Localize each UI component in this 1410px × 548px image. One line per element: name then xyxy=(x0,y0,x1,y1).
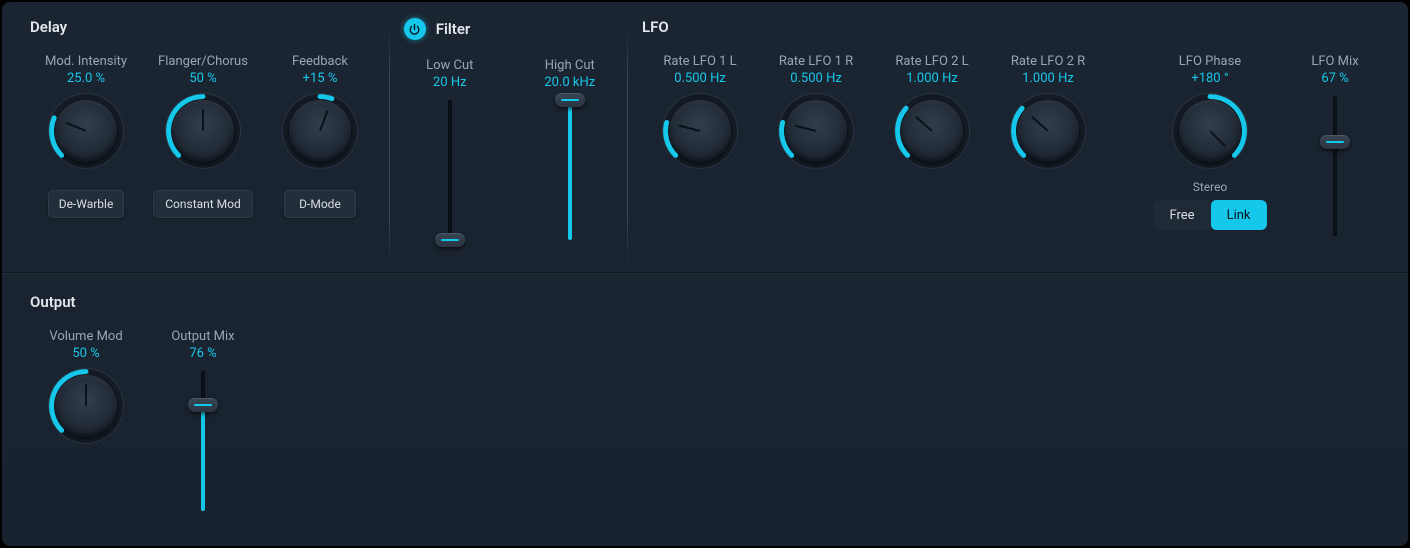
label-mod-intensity: Mod. Intensity xyxy=(45,54,127,69)
knob-rate-lfo-1l[interactable] xyxy=(669,100,731,162)
top-row: Delay Mod. Intensity 25.0 % De-Warble Fl… xyxy=(2,2,1408,272)
control-lfo-phase: LFO Phase +180 ° Stereo Free Link xyxy=(1130,54,1290,236)
knob-lfo-phase[interactable] xyxy=(1179,100,1241,162)
knob-rate-lfo-2r[interactable] xyxy=(1017,100,1079,162)
value-rate-lfo-2r: 1.000 Hz xyxy=(1022,71,1074,86)
value-rate-lfo-1r: 0.500 Hz xyxy=(790,71,842,86)
label-flanger-chorus: Flanger/Chorus xyxy=(158,54,248,69)
section-filter: Filter Low Cut 20 Hz High Cut 20.0 kHz xyxy=(390,18,627,272)
value-volume-mod: 50 % xyxy=(72,346,99,361)
value-lfo-phase: +180 ° xyxy=(1191,71,1228,86)
value-high-cut: 20.0 kHz xyxy=(544,75,595,90)
section-delay: Delay Mod. Intensity 25.0 % De-Warble Fl… xyxy=(30,18,389,272)
section-lfo: LFO Rate LFO 1 L 0.500 Hz Rate LFO 1 R 0… xyxy=(628,18,1380,272)
stereo-link-button[interactable]: Link xyxy=(1211,200,1267,230)
control-high-cut: High Cut 20.0 kHz xyxy=(530,58,610,240)
label-rate-lfo-1l: Rate LFO 1 L xyxy=(663,54,736,69)
control-mod-intensity: Mod. Intensity 25.0 % De-Warble xyxy=(30,54,142,218)
section-title-delay: Delay xyxy=(30,18,389,36)
slider-output-mix[interactable] xyxy=(188,371,218,511)
control-rate-lfo-1r: Rate LFO 1 R 0.500 Hz xyxy=(758,54,874,236)
control-feedback: Feedback +15 % D-Mode xyxy=(264,54,376,218)
label-low-cut: Low Cut xyxy=(426,58,473,73)
control-low-cut: Low Cut 20 Hz xyxy=(410,58,490,240)
value-flanger-chorus: 50 % xyxy=(189,71,216,86)
section-output: Output Volume Mod 50 % Output Mix 76 % xyxy=(30,293,390,511)
power-icon xyxy=(408,23,421,36)
filter-power-button[interactable] xyxy=(404,18,426,40)
value-rate-lfo-1l: 0.500 Hz xyxy=(674,71,726,86)
knob-volume-mod[interactable] xyxy=(55,375,117,437)
section-title-output: Output xyxy=(30,293,390,311)
control-flanger-chorus: Flanger/Chorus 50 % Constant Mod xyxy=(142,54,264,218)
label-rate-lfo-2r: Rate LFO 2 R xyxy=(1011,54,1085,69)
slider-high-cut[interactable] xyxy=(555,100,585,240)
section-title-filter: Filter xyxy=(436,20,471,38)
section-title-lfo: LFO xyxy=(642,18,1380,36)
button-dmode[interactable]: D-Mode xyxy=(284,190,356,218)
slider-low-cut[interactable] xyxy=(435,100,465,240)
control-lfo-mix: LFO Mix 67 % xyxy=(1290,54,1380,236)
knob-mod-intensity[interactable] xyxy=(55,100,117,162)
bottom-row: Output Volume Mod 50 % Output Mix 76 % xyxy=(2,272,1408,511)
button-constant-mod[interactable]: Constant Mod xyxy=(153,190,253,218)
control-rate-lfo-2r: Rate LFO 2 R 1.000 Hz xyxy=(990,54,1106,236)
value-feedback: +15 % xyxy=(303,71,338,86)
label-rate-lfo-2l: Rate LFO 2 L xyxy=(895,54,968,69)
output-controls: Volume Mod 50 % Output Mix 76 % xyxy=(30,329,390,511)
button-dewarble[interactable]: De-Warble xyxy=(48,190,125,218)
label-output-mix: Output Mix xyxy=(171,329,234,344)
knob-feedback[interactable] xyxy=(289,100,351,162)
control-rate-lfo-1l: Rate LFO 1 L 0.500 Hz xyxy=(642,54,758,236)
value-mod-intensity: 25.0 % xyxy=(67,71,105,86)
stereo-free-button[interactable]: Free xyxy=(1153,200,1210,230)
knob-rate-lfo-2l[interactable] xyxy=(901,100,963,162)
control-rate-lfo-2l: Rate LFO 2 L 1.000 Hz xyxy=(874,54,990,236)
value-rate-lfo-2l: 1.000 Hz xyxy=(906,71,958,86)
label-rate-lfo-1r: Rate LFO 1 R xyxy=(779,54,853,69)
knob-flanger-chorus[interactable] xyxy=(172,100,234,162)
knob-rate-lfo-1r[interactable] xyxy=(785,100,847,162)
label-stereo: Stereo xyxy=(1153,180,1266,194)
value-lfo-mix: 67 % xyxy=(1321,71,1348,86)
label-feedback: Feedback xyxy=(292,54,348,69)
control-output-mix: Output Mix 76 % xyxy=(142,329,264,511)
lfo-controls: Rate LFO 1 L 0.500 Hz Rate LFO 1 R 0.500… xyxy=(642,54,1380,236)
delay-controls: Mod. Intensity 25.0 % De-Warble Flanger/… xyxy=(30,54,389,218)
label-volume-mod: Volume Mod xyxy=(49,329,122,344)
stereo-segmented: Free Link xyxy=(1153,200,1266,230)
value-low-cut: 20 Hz xyxy=(433,75,467,90)
label-lfo-phase: LFO Phase xyxy=(1179,54,1241,69)
value-output-mix: 76 % xyxy=(189,346,216,361)
label-high-cut: High Cut xyxy=(545,58,595,73)
audio-plugin-panel: Delay Mod. Intensity 25.0 % De-Warble Fl… xyxy=(2,2,1408,546)
label-lfo-mix: LFO Mix xyxy=(1311,54,1358,69)
control-volume-mod: Volume Mod 50 % xyxy=(30,329,142,511)
slider-lfo-mix[interactable] xyxy=(1320,96,1350,236)
